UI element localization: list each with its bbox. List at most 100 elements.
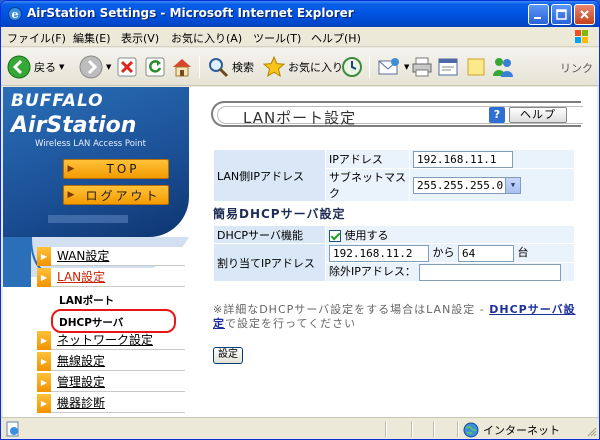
top-button-label: TOP xyxy=(106,162,140,176)
globe-icon xyxy=(463,422,479,438)
dropdown-arrow-icon: ▼ xyxy=(59,63,65,71)
search-icon xyxy=(209,58,229,78)
maximize-icon xyxy=(556,9,567,20)
lan-ip-row-label: LAN側IPアドレス xyxy=(213,149,326,202)
sidebar-item-network[interactable]: ▶ ネットワーク設定 xyxy=(37,331,185,350)
minimize-button[interactable] xyxy=(528,4,549,25)
subnet-mask-value: 255.255.255.0 xyxy=(417,178,504,192)
stop-icon xyxy=(117,57,137,77)
back-label: 戻る xyxy=(34,61,56,74)
discuss-button[interactable] xyxy=(465,54,487,80)
dropdown-arrow-icon: ▼ xyxy=(106,63,112,71)
close-icon xyxy=(580,10,589,19)
menu-file[interactable]: ファイル(F) xyxy=(7,30,66,46)
messenger-icon xyxy=(493,58,513,77)
favorites-label: お気に入り xyxy=(288,61,343,74)
menu-edit[interactable]: 編集(E) xyxy=(73,30,111,46)
refresh-button[interactable] xyxy=(145,54,165,80)
minimize-icon xyxy=(534,17,541,19)
arrow-right-icon: ▶ xyxy=(67,164,75,174)
sidebar-item-label: 管理設定 xyxy=(51,373,185,392)
ip-address-label: IPアドレス xyxy=(325,149,410,169)
zone-label: インターネット xyxy=(483,424,560,437)
status-segment xyxy=(411,421,413,437)
dhcp-table: DHCPサーバ機能 使用する 割り当てIPアドレス 192.168.11.2 か… xyxy=(213,225,575,282)
apply-button[interactable]: 設定 xyxy=(213,347,243,364)
browser-window: e AirStation Settings - Microsoft Intern… xyxy=(0,0,600,440)
ip-address-input[interactable]: 192.168.11.1 xyxy=(413,150,513,168)
toolbar-separator xyxy=(199,56,200,78)
close-button[interactable] xyxy=(574,4,595,25)
menu-bar: ファイル(F) 編集(E) 表示(V) お気に入り(A) ツール(T) ヘルプ(… xyxy=(1,27,599,47)
dhcp-feature-label: DHCPサーバ機能 xyxy=(213,225,326,244)
arrow-right-icon: ▶ xyxy=(37,331,51,350)
logout-button[interactable]: ▶ ログアウト xyxy=(63,185,169,205)
toolbar: 戻る ▼ ▼ 検索 お気に入り ▼ リンク xyxy=(1,48,599,86)
stop-button[interactable] xyxy=(117,54,137,80)
arrow-right-icon: ▶ xyxy=(37,394,51,413)
forward-arrow-icon xyxy=(79,55,103,79)
mail-icon xyxy=(378,58,399,75)
menu-view[interactable]: 表示(V) xyxy=(121,30,159,46)
search-button[interactable]: 検索 xyxy=(207,54,254,80)
arrow-right-icon: ▶ xyxy=(37,373,51,392)
logo-product: AirStation xyxy=(11,113,137,138)
note-suffix: で設定を行ってください xyxy=(225,317,357,330)
back-button[interactable]: 戻る ▼ xyxy=(7,54,64,80)
windows-logo-icon xyxy=(575,30,588,43)
forward-button[interactable]: ▼ xyxy=(79,54,111,80)
help-button[interactable]: ? ヘルプ xyxy=(489,106,579,124)
sidebar-item-label: LAN設定 xyxy=(51,268,185,287)
svg-text:e: e xyxy=(12,8,19,21)
status-segment xyxy=(433,421,435,437)
resize-grip-icon[interactable] xyxy=(585,425,597,437)
sidebar-item-diagnostics[interactable]: ▶ 機器診断 xyxy=(37,394,185,413)
menu-tools[interactable]: ツール(T) xyxy=(253,30,301,46)
sidebar-item-label: ネットワーク設定 xyxy=(51,331,185,350)
dropdown-arrow-icon: ▼ xyxy=(404,63,410,71)
printer-icon xyxy=(412,57,432,77)
favorites-button[interactable]: お気に入り xyxy=(263,54,343,80)
security-zone: インターネット xyxy=(463,422,560,438)
dhcp-enable-checkbox[interactable] xyxy=(329,229,341,242)
exclude-ip-label: 除外IPアドレス： xyxy=(329,265,416,279)
print-button[interactable] xyxy=(411,54,433,80)
refresh-icon xyxy=(145,57,165,77)
arrow-right-icon: ▶ xyxy=(67,190,75,200)
dhcp-enable-label: 使用する xyxy=(344,228,389,242)
note-prefix: ※詳細なDHCPサーバ設定をする場合はLAN設定 - xyxy=(213,303,490,316)
maximize-button[interactable] xyxy=(551,4,572,25)
dhcp-count-input[interactable]: 64 xyxy=(458,244,514,262)
dhcp-start-ip-input[interactable]: 192.168.11.2 xyxy=(329,244,429,262)
from-label: から xyxy=(432,246,455,260)
status-segment xyxy=(457,421,459,437)
exclude-ip-input[interactable] xyxy=(419,263,562,281)
home-button[interactable] xyxy=(171,54,193,80)
sidebar-item-wan[interactable]: ▶ WAN設定 xyxy=(37,247,185,266)
chevron-down-icon: ▼ xyxy=(505,177,520,193)
menu-help[interactable]: ヘルプ(H) xyxy=(311,30,361,46)
edit-button[interactable] xyxy=(437,54,459,80)
messenger-button[interactable] xyxy=(491,54,515,80)
help-icon: ? xyxy=(489,107,505,123)
window-title: AirStation Settings - Microsoft Internet… xyxy=(27,6,354,20)
sidebar-item-wireless[interactable]: ▶ 無線設定 xyxy=(37,352,185,371)
arrow-right-icon: ▶ xyxy=(37,247,51,266)
history-icon xyxy=(342,57,362,77)
sidebar-subitem-lan-port[interactable]: LANポート xyxy=(59,293,114,308)
dhcp-section-title: 簡易DHCPサーバ設定 xyxy=(213,207,346,221)
logo-tagline: Wireless LAN Access Point xyxy=(35,139,146,149)
mail-button[interactable]: ▼ xyxy=(377,54,409,80)
subnet-mask-select[interactable]: 255.255.255.0 ▼ xyxy=(413,176,521,194)
page-title: LANポート設定 xyxy=(243,109,357,127)
sidebar-item-lan[interactable]: ▶ LAN設定 xyxy=(37,268,185,287)
sidebar-item-admin[interactable]: ▶ 管理設定 xyxy=(37,373,185,392)
home-icon xyxy=(173,59,191,77)
sidebar: BUFFALO AirStation Wireless LAN Access P… xyxy=(3,87,189,417)
menu-favorites[interactable]: お気に入り(A) xyxy=(171,30,242,46)
status-segment xyxy=(385,421,387,437)
history-button[interactable] xyxy=(341,54,363,80)
back-arrow-icon xyxy=(7,55,31,79)
top-button[interactable]: ▶ TOP xyxy=(63,159,169,179)
links-label[interactable]: リンク xyxy=(560,60,593,76)
